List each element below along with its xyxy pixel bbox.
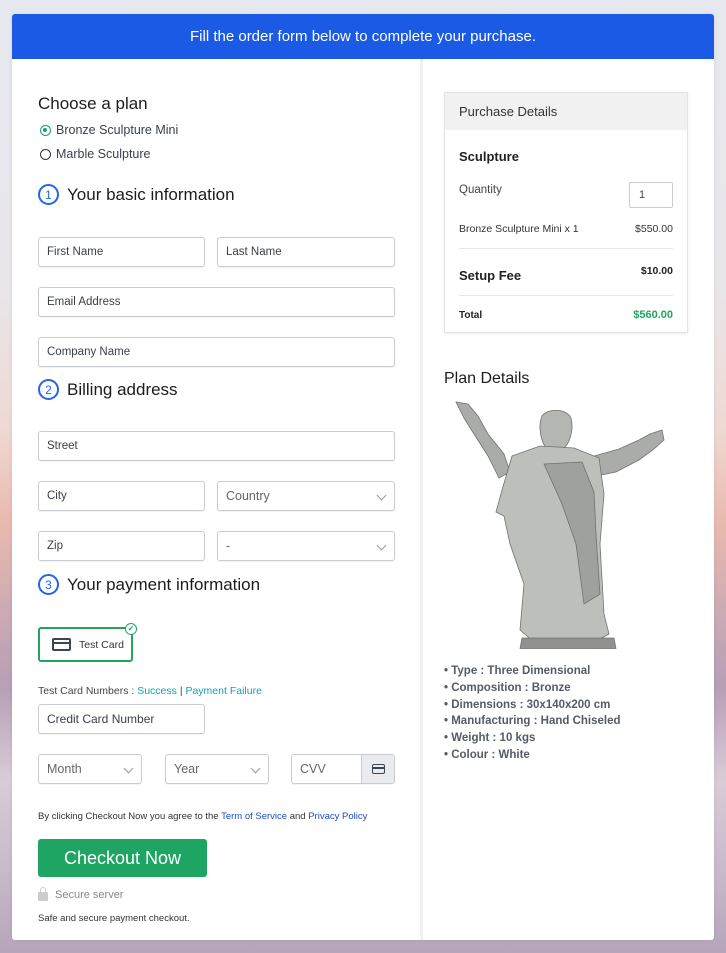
terms-text: By clicking Checkout Now you agree to th…: [38, 811, 367, 822]
spec-item: • Dimensions : 30x140x200 cm: [444, 698, 611, 711]
purchase-details-header: Purchase Details: [445, 93, 687, 130]
column-divider: [420, 59, 423, 940]
basic-info-heading: 1 Your basic information: [38, 184, 235, 205]
quantity-label: Quantity: [459, 184, 502, 196]
product-title: Sculpture: [459, 149, 673, 164]
product-title-text: Sculpture: [459, 149, 519, 164]
setup-fee-price: $10.00: [640, 265, 673, 277]
quantity-row: Quantity 1: [459, 182, 673, 208]
privacy-policy-link[interactable]: Privacy Policy: [308, 811, 367, 822]
secure-server-note: Secure server: [38, 887, 124, 901]
year-select-value: Year: [174, 762, 200, 776]
country-select-value: Country: [226, 489, 270, 503]
credit-card-icon: [52, 638, 71, 651]
order-form-card: Fill the order form below to complete yo…: [12, 14, 714, 940]
chevron-down-icon: [250, 763, 261, 774]
quantity-input[interactable]: 1: [629, 182, 673, 208]
billing-heading: 2 Billing address: [38, 379, 178, 400]
cvv-input[interactable]: CVV: [291, 754, 395, 784]
card-number-input[interactable]: Credit Card Number: [38, 704, 205, 734]
total-price: $560.00: [633, 309, 673, 321]
line-item-label: Bronze Sculpture Mini x 1: [459, 223, 579, 235]
terms-of-service-link[interactable]: Term of Service: [221, 811, 287, 822]
street-input[interactable]: Street: [38, 431, 395, 461]
radio-unselected-icon[interactable]: [40, 148, 51, 160]
payment-heading: 3 Your payment information: [38, 574, 260, 595]
setup-fee-row: Setup Fee $10.00: [459, 265, 673, 283]
company-input[interactable]: Company Name: [38, 337, 395, 367]
step-1-icon: 1: [38, 184, 59, 205]
chevron-down-icon: [123, 763, 134, 774]
terms-and: and: [287, 811, 309, 822]
plan-details-heading: Plan Details: [444, 370, 530, 387]
test-card-label: Test Card: [79, 638, 124, 651]
section-title: Your payment information: [67, 574, 261, 594]
total-label: Total: [459, 309, 483, 321]
spec-item: • Manufacturing : Hand Chiseled: [444, 715, 621, 728]
plan-option-label: Bronze Sculpture Mini: [56, 123, 179, 137]
plan-option-bronze[interactable]: Bronze Sculpture Mini: [40, 123, 178, 137]
payment-failure-link[interactable]: Payment Failure: [185, 685, 261, 697]
first-name-input[interactable]: First Name: [38, 237, 205, 267]
city-input[interactable]: City: [38, 481, 205, 511]
chevron-down-icon: [376, 540, 387, 551]
year-select[interactable]: Year: [165, 754, 269, 784]
spec-item: • Composition : Bronze: [444, 681, 571, 694]
divider: [459, 248, 673, 249]
statue-head: [539, 409, 573, 451]
statue-base: [519, 637, 617, 649]
radio-selected-icon[interactable]: [40, 124, 51, 136]
line-item-row: Bronze Sculpture Mini x 1 $550.00: [459, 223, 673, 235]
secure-server-label: Secure server: [55, 888, 124, 901]
credit-card-icon: [371, 764, 385, 774]
state-select-value: -: [226, 539, 231, 553]
zip-input[interactable]: Zip: [38, 531, 205, 561]
spec-item: • Colour : White: [444, 748, 530, 761]
checkout-now-button[interactable]: Checkout Now: [38, 839, 207, 877]
plan-specs-list: • Type : Three Dimensional • Composition…: [444, 663, 621, 764]
sculpture-image: [455, 401, 665, 649]
divider: [459, 295, 673, 296]
test-numbers-label: Test Card Numbers :: [38, 685, 138, 697]
statue-right-arm: [593, 429, 665, 477]
spec-item: • Weight : 10 kgs: [444, 732, 536, 745]
plan-option-label: Marble Sculpture: [56, 147, 151, 161]
test-card-numbers: Test Card Numbers : Success | Payment Fa…: [38, 685, 262, 697]
plan-option-marble[interactable]: Marble Sculpture: [40, 147, 151, 161]
purchase-details-panel: Purchase Details Sculpture Quantity 1 Br…: [444, 92, 688, 333]
safe-checkout-text: Safe and secure payment checkout.: [38, 913, 190, 924]
statue-left-arm: [455, 401, 511, 479]
section-title: Your basic information: [67, 184, 235, 204]
test-card-option[interactable]: Test Card ✓: [38, 623, 137, 662]
separator: |: [179, 685, 183, 697]
success-link[interactable]: Success: [137, 685, 177, 697]
lock-icon: [38, 887, 48, 901]
setup-fee-label: Setup Fee: [459, 268, 522, 283]
cvv-placeholder: CVV: [300, 762, 326, 776]
month-select-value: Month: [47, 762, 82, 776]
step-2-icon: 2: [38, 379, 59, 400]
country-select[interactable]: Country: [217, 481, 395, 511]
cvv-help-button[interactable]: [361, 755, 394, 783]
spec-item: • Type : Three Dimensional: [444, 665, 591, 677]
check-circle-icon: ✓: [125, 623, 137, 635]
month-select[interactable]: Month: [38, 754, 142, 784]
state-select[interactable]: -: [217, 531, 395, 561]
step-3-icon: 3: [38, 574, 59, 595]
section-title: Billing address: [67, 379, 178, 399]
total-row: Total $560.00: [459, 309, 673, 321]
banner: Fill the order form below to complete yo…: [12, 14, 714, 59]
last-name-input[interactable]: Last Name: [217, 237, 395, 267]
chevron-down-icon: [376, 490, 387, 501]
email-input[interactable]: Email Address: [38, 287, 395, 317]
line-item-price: $550.00: [635, 223, 673, 235]
terms-prefix: By clicking Checkout Now you agree to th…: [38, 811, 222, 822]
choose-plan-heading: Choose a plan: [38, 94, 148, 113]
